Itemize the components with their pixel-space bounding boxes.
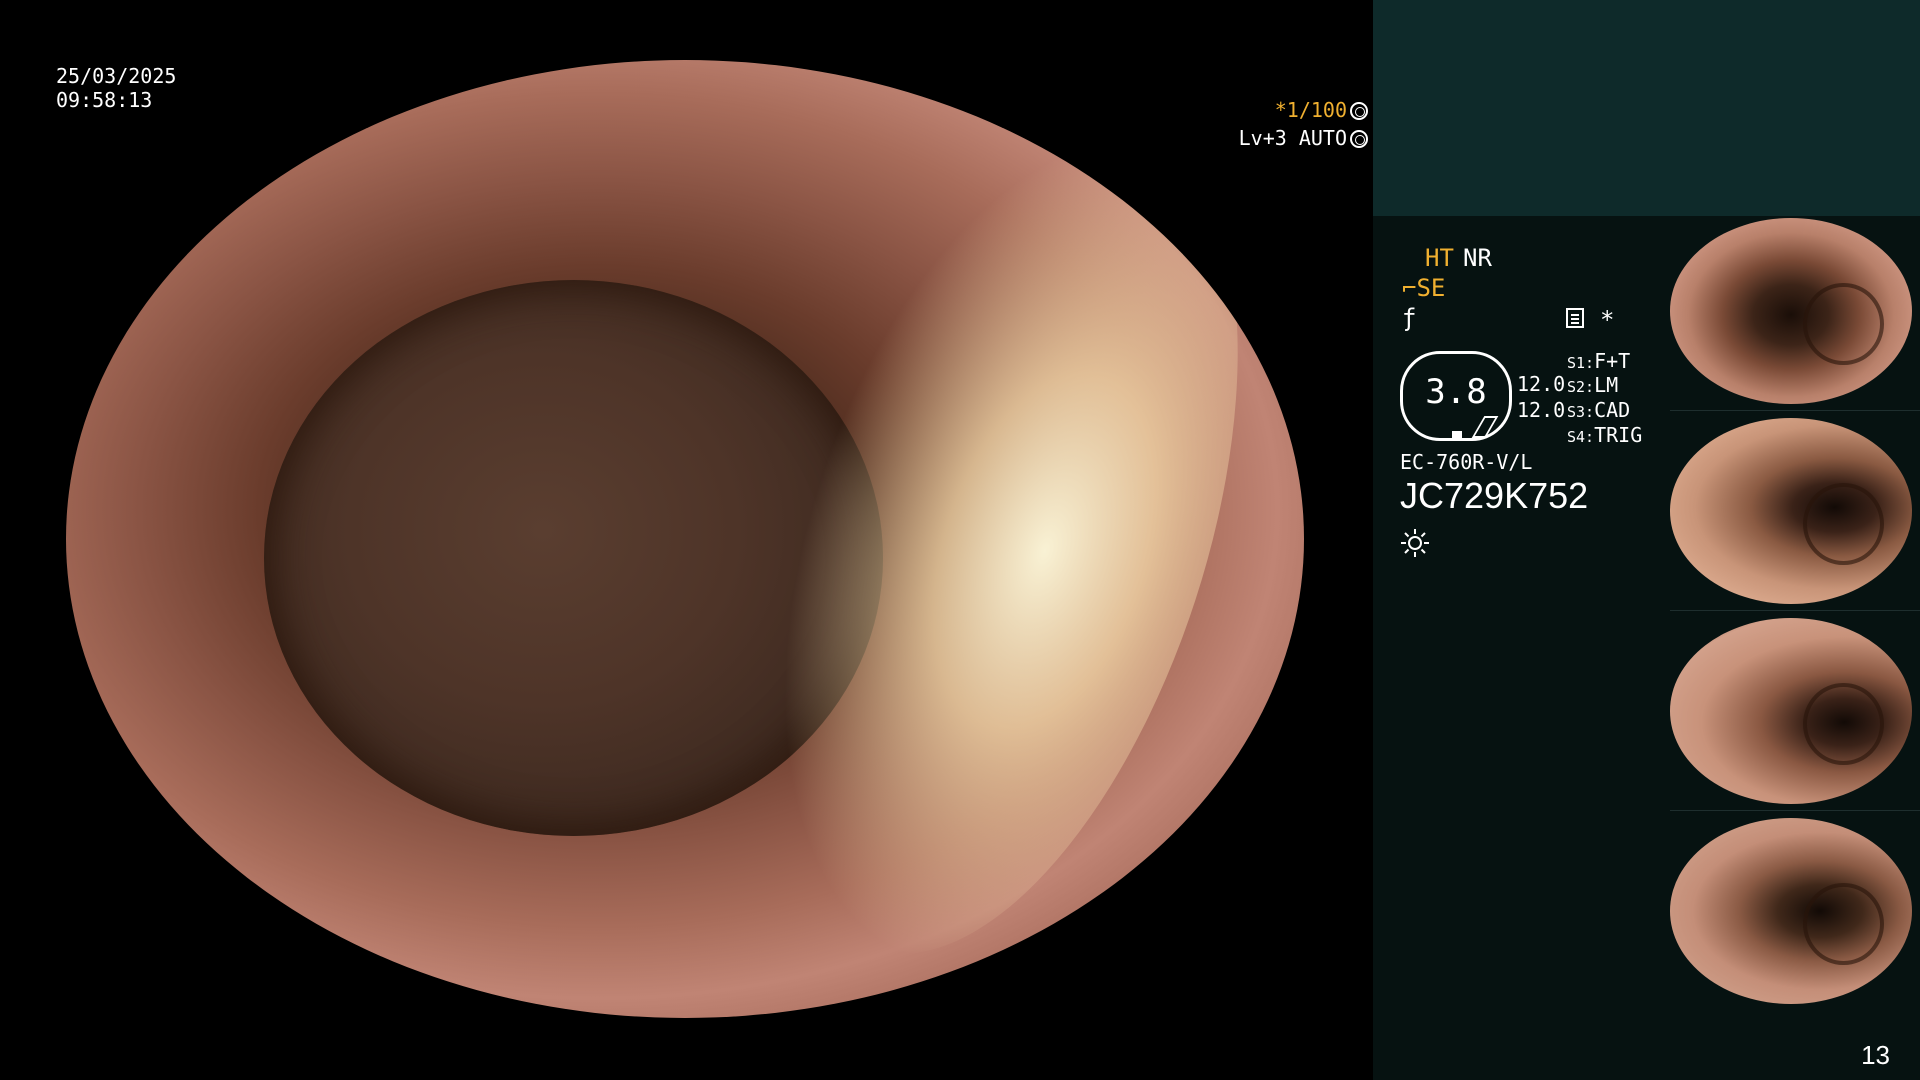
zoom-label: *1/100 bbox=[1274, 98, 1347, 122]
level-indicator: Lv+3 AUTO bbox=[1239, 126, 1368, 150]
scope-model: EC-760R-V/L bbox=[1400, 450, 1533, 474]
ht-label: HT bbox=[1425, 244, 1454, 272]
side-panel-header bbox=[1373, 0, 1920, 216]
nr-label: NR bbox=[1463, 244, 1492, 272]
thumbnail-4[interactable] bbox=[1670, 818, 1912, 1004]
thumbnail-1[interactable] bbox=[1670, 218, 1912, 404]
switch-s4: S4:TRIG bbox=[1567, 423, 1643, 447]
settings-icon bbox=[1350, 130, 1368, 148]
shutter-icon bbox=[1350, 102, 1368, 120]
menu-icon bbox=[1566, 308, 1584, 328]
gauge-value: 3.8 bbox=[1425, 372, 1487, 412]
se-label: ⌐SE bbox=[1402, 274, 1446, 302]
switch-s3: S3:CAD bbox=[1567, 398, 1631, 422]
switch-s1: S1:F+T bbox=[1567, 349, 1631, 373]
sun-icon bbox=[1401, 529, 1429, 557]
thumbnail-2[interactable] bbox=[1670, 418, 1912, 604]
focus-icon: ƒ bbox=[1402, 304, 1417, 332]
thumbnail-divider bbox=[1670, 610, 1920, 611]
endoscope-image bbox=[66, 60, 1304, 1018]
value-1: 12.0 bbox=[1517, 372, 1566, 396]
switch-s2: S2:LM bbox=[1567, 373, 1619, 397]
time-label: 09:58:13 bbox=[56, 88, 153, 112]
star-icon: * bbox=[1600, 306, 1615, 334]
thumbnail-divider bbox=[1670, 410, 1920, 411]
scope-serial: JC729K752 bbox=[1400, 475, 1589, 516]
value-2: 12.0 bbox=[1517, 398, 1566, 422]
zoom-indicator: *1/100 bbox=[1275, 98, 1368, 122]
date-label: 25/03/2025 bbox=[56, 64, 177, 88]
thumbnail-divider bbox=[1670, 810, 1920, 811]
page-number: 13 bbox=[1861, 1040, 1890, 1070]
gauge-marker bbox=[1452, 431, 1462, 439]
level-label: Lv+3 AUTO bbox=[1238, 126, 1347, 150]
thumbnail-3[interactable] bbox=[1670, 618, 1912, 804]
